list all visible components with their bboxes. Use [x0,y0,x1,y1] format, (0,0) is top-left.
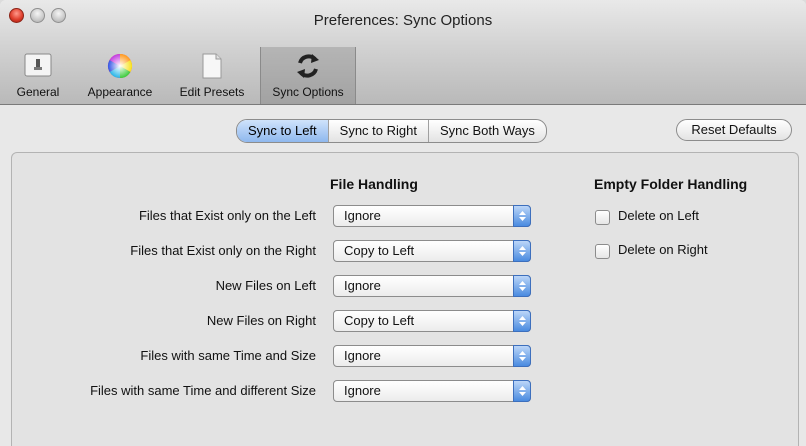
sync-to-right-segment[interactable]: Sync to Right [327,120,428,142]
popup-new-files-right[interactable]: Copy to Left [333,310,531,332]
toolbar-item-edit-presets[interactable]: Edit Presets [164,47,260,104]
delete-on-left-label: Delete on Left [618,208,699,223]
popup-value: Copy to Left [344,313,415,328]
popup-same-time-different-size[interactable]: Ignore [333,380,531,402]
color-wheel-icon [106,52,134,83]
row-label-exist-only-right: Files that Exist only on the Right [130,243,316,258]
popup-exist-only-left[interactable]: Ignore [333,205,531,227]
general-switch-icon [23,52,53,81]
popup-arrows-icon [513,240,531,262]
toolbar-label-edit-presets: Edit Presets [179,85,245,99]
popup-arrows-icon [513,380,531,402]
row-label-same-time-different-size: Files with same Time and different Size [90,383,316,398]
delete-on-left-checkbox[interactable] [595,210,610,225]
toolbar-item-sync-options[interactable]: Sync Options [260,47,356,104]
row-label-new-files-right: New Files on Right [206,313,316,328]
delete-on-right-checkbox[interactable] [595,244,610,259]
popup-value: Ignore [344,278,381,293]
popup-value: Ignore [344,348,381,363]
popup-arrows-icon [513,275,531,297]
sync-both-ways-segment[interactable]: Sync Both Ways [427,120,546,142]
toolbar-item-general[interactable]: General [0,47,76,104]
title-bar: Preferences: Sync Options General Appear… [0,0,806,105]
preferences-window: Preferences: Sync Options General Appear… [0,0,806,446]
window-title: Preferences: Sync Options [313,12,493,29]
row-label-exist-only-left: Files that Exist only on the Left [138,208,316,223]
popup-arrows-icon [513,205,531,227]
row-label-same-time-size: Files with same Time and Size [140,348,316,363]
file-handling-header: File Handling [330,176,418,192]
options-group-box: File Handling Empty Folder Handling File… [11,152,799,446]
empty-folder-handling-header: Empty Folder Handling [594,176,748,192]
popup-value: Ignore [344,208,381,223]
sync-arrows-icon [294,52,322,83]
popup-value: Ignore [344,383,381,398]
popup-arrows-icon [513,310,531,332]
popup-same-time-size[interactable]: Ignore [333,345,531,367]
toolbar-item-appearance[interactable]: Appearance [76,47,164,104]
popup-exist-only-right[interactable]: Copy to Left [333,240,531,262]
sync-to-left-segment[interactable]: Sync to Left [237,120,328,142]
delete-on-right-label: Delete on Right [618,242,708,257]
document-icon [200,52,224,83]
reset-defaults-button[interactable]: Reset Defaults [676,119,792,141]
popup-value: Copy to Left [344,243,415,258]
toolbar-label-sync-options: Sync Options [272,85,344,99]
row-label-new-files-left: New Files on Left [215,278,316,293]
sync-direction-control: Sync to Left Sync to Right Sync Both Way… [236,119,547,143]
sync-options-pane: Sync to Left Sync to Right Sync Both Way… [0,105,806,446]
popup-arrows-icon [513,345,531,367]
toolbar-label-general: General [16,85,60,99]
popup-new-files-left[interactable]: Ignore [333,275,531,297]
toolbar-label-appearance: Appearance [87,85,153,99]
